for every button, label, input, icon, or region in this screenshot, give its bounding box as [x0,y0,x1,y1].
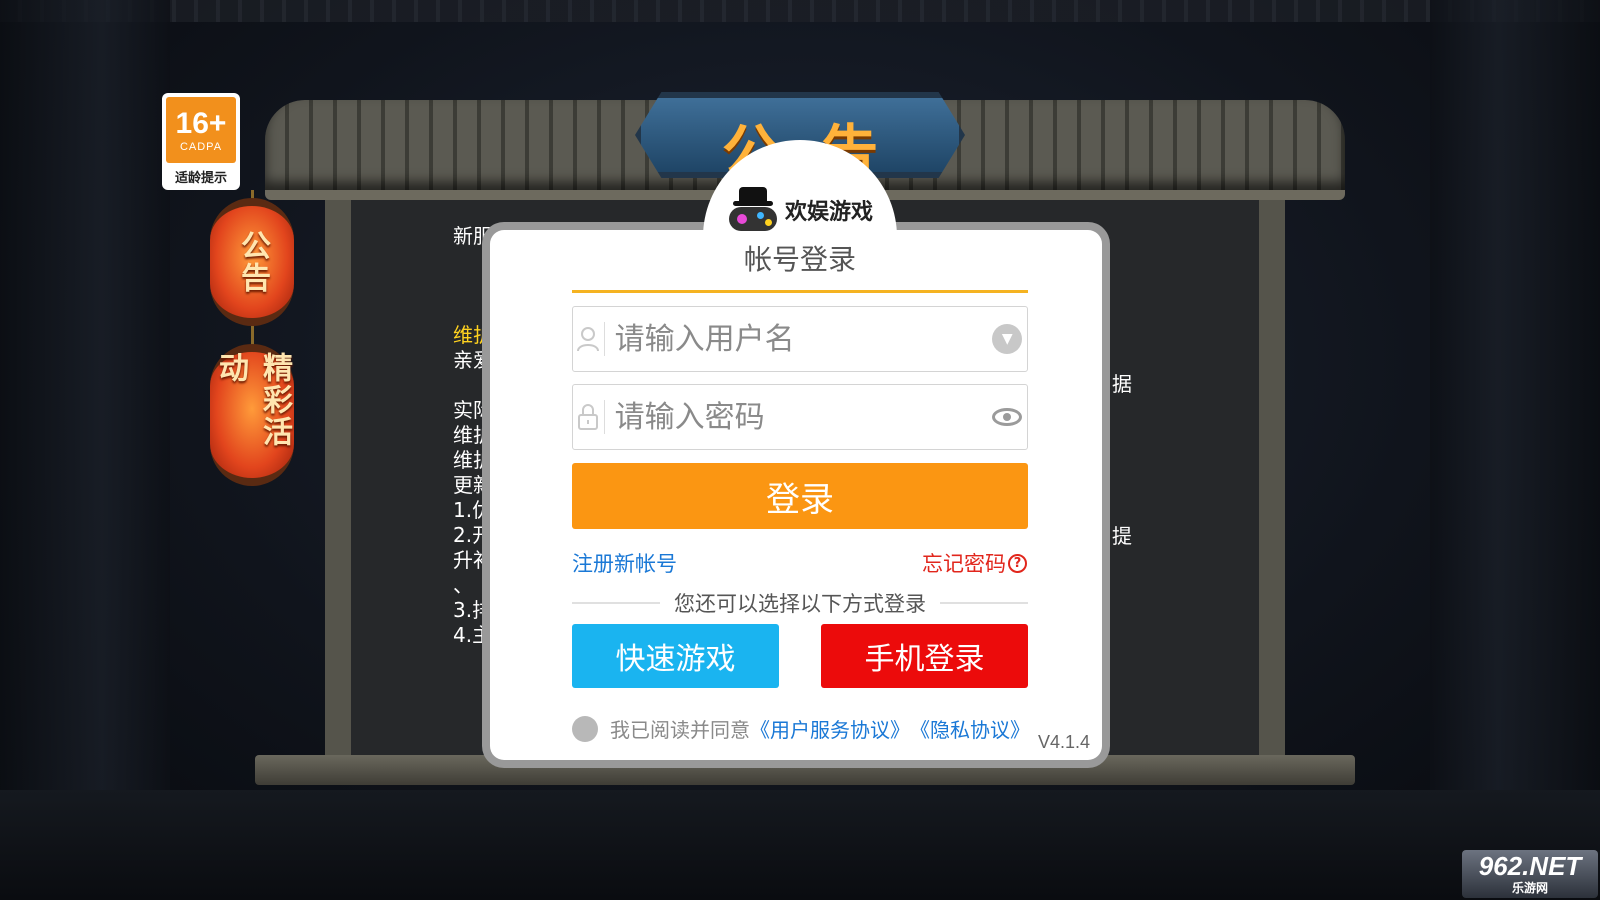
username-field: ▼ [572,306,1028,372]
tab-announcement[interactable]: 公告 [210,198,294,326]
age-rating-badge: 16+ CADPA 适龄提示 [162,93,240,190]
lock-icon [573,403,604,431]
alt-login-divider: 您还可以选择以下方式登录 [572,588,1028,618]
notice-fragment: 据 [1112,372,1132,396]
terms-link[interactable]: 《用户服务协议》 [750,714,910,743]
agreement-text: 我已阅读并同意 [610,718,750,742]
username-input[interactable] [614,321,988,357]
tab-events-label: 精彩活动 [213,352,292,448]
watermark-text: 乐游网 [1511,880,1548,895]
show-password-toggle[interactable] [988,408,1027,426]
field-separator [603,400,605,434]
login-title: 帐号登录 [572,238,1028,293]
age-rating-box: 16+ CADPA [166,97,236,163]
age-rating-tip: 适龄提示 [174,171,227,186]
background-floor [0,790,1600,900]
agreement-checkbox[interactable] [572,715,598,742]
username-dropdown[interactable]: ▼ [988,324,1027,354]
divider-line [572,602,660,604]
forgot-password-label: 忘记密码 [922,552,1006,576]
register-link[interactable]: 注册新帐号 [572,548,677,578]
gamepad-hat-icon [727,187,779,233]
watermark-logo: 962.NET [1478,850,1582,881]
lantern-string [251,326,254,346]
divider-line [940,602,1028,604]
age-rating-number: 16+ [175,107,227,140]
phone-login-button[interactable]: 手机登录 [821,624,1028,688]
agreement-row: 我已阅读并同意 《用户服务协议》 《隐私协议》 [572,714,1030,743]
question-icon: ? [1008,553,1027,573]
user-icon [573,326,604,352]
eye-icon [992,408,1023,426]
login-button[interactable]: 登录 [572,463,1028,529]
age-rating-org: CADPA [179,141,223,153]
notice-fragment: 提 [1112,524,1132,548]
brand-name: 欢娱游戏 [784,200,873,225]
site-watermark: 962.NET 乐游网 [1462,850,1598,898]
password-field [572,384,1028,450]
chevron-down-icon: ▼ [992,324,1023,354]
background-pillar-left [0,0,170,900]
top-decoration [0,0,1600,22]
tab-announcement-label: 公告 [235,230,270,294]
tab-events[interactable]: 精彩活动 [210,344,294,486]
privacy-link[interactable]: 《隐私协议》 [910,714,1030,743]
quick-play-button[interactable]: 快速游戏 [572,624,779,688]
alt-login-text: 您还可以选择以下方式登录 [674,592,926,616]
forgot-password-link[interactable]: 忘记密码 ? [922,548,1027,578]
version-label: V4.1.4 [1038,732,1091,752]
background-pillar-right [1430,0,1600,900]
password-input[interactable] [614,399,988,435]
field-separator [603,322,605,356]
notice-line: 、 [453,573,473,597]
